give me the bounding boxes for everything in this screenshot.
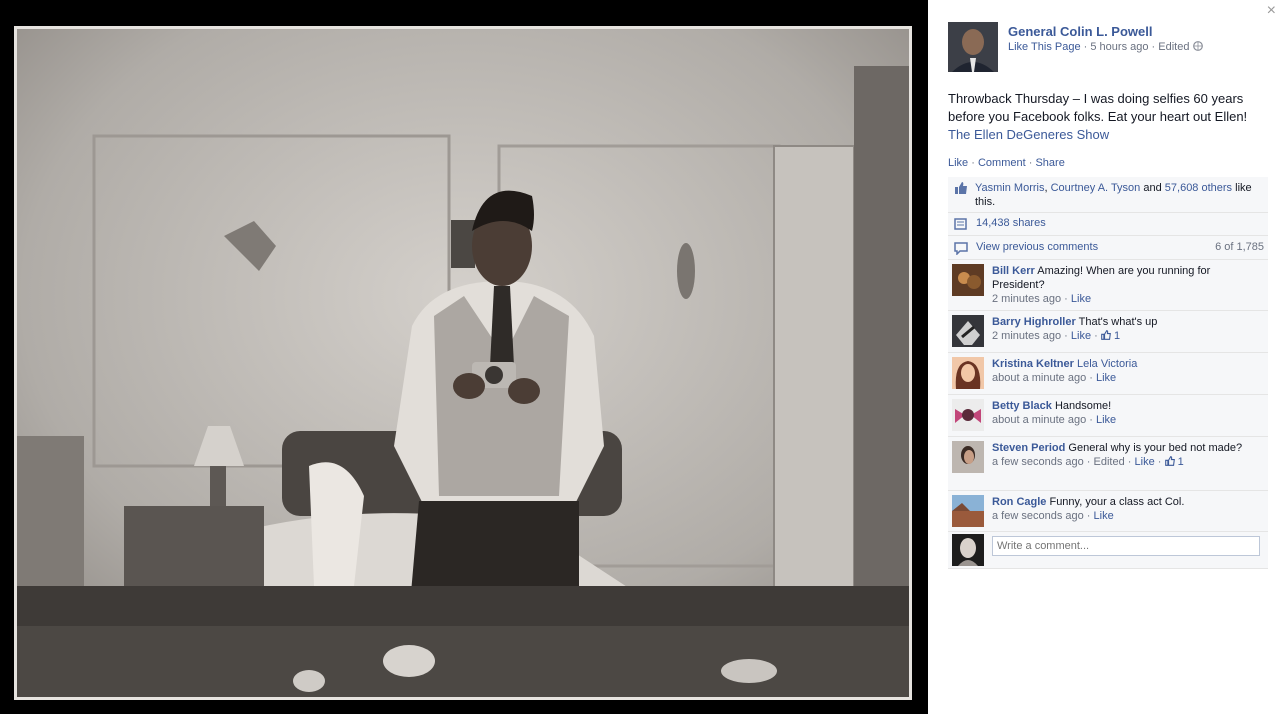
thumbs-up-icon [954, 181, 968, 195]
comment-text: General why is your bed not made? [1068, 442, 1243, 454]
commenter-avatar[interactable] [952, 495, 984, 527]
comment-item: Barry Highroller That's what's up 2 minu… [948, 311, 1268, 353]
author-avatar[interactable] [948, 22, 998, 72]
globe-icon [1192, 41, 1203, 53]
commenter-avatar[interactable] [952, 357, 984, 389]
comment-time[interactable]: 2 minutes ago [992, 293, 1061, 305]
photo-viewer [0, 0, 928, 714]
previous-comments-row: View previous comments 6 of 1,785 [948, 236, 1268, 260]
liker-2[interactable]: Courtney A. Tyson [1051, 182, 1141, 194]
post-text: Throwback Thursday – I was doing selfies… [948, 91, 1248, 124]
comment-time[interactable]: a few seconds ago [992, 456, 1084, 468]
comment-edited[interactable]: Edited [1094, 456, 1125, 468]
commenter-avatar[interactable] [952, 264, 984, 296]
meta-separator: · [1094, 330, 1101, 342]
commenter-name[interactable]: Steven Period [992, 442, 1065, 454]
comment-time[interactable]: a few seconds ago [992, 510, 1084, 522]
commenter-name[interactable]: Ron Cagle [992, 496, 1046, 508]
liker-1[interactable]: Yasmin Morris [975, 182, 1044, 194]
meta-separator: · [1064, 330, 1071, 342]
post-meta: Like This Page · 5 hours ago · Edited [1008, 41, 1203, 53]
meta-separator: · [1089, 414, 1096, 426]
commenter-name[interactable]: Kristina Keltner [992, 358, 1074, 370]
commenter-name[interactable]: Barry Highroller [992, 316, 1076, 328]
meta-separator: · [1157, 456, 1165, 468]
comment-body: Kristina Keltner Lela Victoria about a m… [992, 357, 1262, 385]
comment-text: That's what's up [1078, 316, 1158, 328]
comment-item: Steven Period General why is your bed no… [948, 437, 1268, 491]
meta-separator: · [1089, 372, 1096, 384]
comment-body: Steven Period General why is your bed no… [992, 441, 1262, 469]
edited-label[interactable]: Edited [1158, 41, 1189, 53]
view-previous-comments[interactable]: View previous comments [976, 241, 1098, 253]
comment-tagged-user[interactable]: Lela Victoria [1077, 358, 1137, 370]
comment-like-count[interactable]: 1 [1178, 456, 1184, 468]
comment-item: Ron Cagle Funny, your a class act Col. a… [948, 491, 1268, 532]
meta-separator: · [1086, 456, 1094, 468]
comment-body: Ron Cagle Funny, your a class act Col. a… [992, 495, 1262, 523]
meta-separator: · [1064, 293, 1071, 305]
tagged-page-link[interactable]: The Ellen DeGeneres Show [948, 127, 1109, 142]
comment-like-link[interactable]: Like [1096, 414, 1116, 426]
commenter-avatar[interactable] [952, 399, 984, 431]
like-action[interactable]: Like [948, 157, 968, 169]
share-icon [954, 217, 968, 231]
shares-count[interactable]: 14,438 shares [976, 217, 1046, 229]
likes-and: and [1143, 182, 1162, 194]
comment-item: Bill Kerr Amazing! When are you running … [948, 260, 1268, 311]
comment-item: Betty Black Handsome! about a minute ago… [948, 395, 1268, 437]
likes-others[interactable]: 57,608 others [1165, 182, 1232, 194]
action-separator-1: · [971, 157, 978, 169]
comment-count: 6 of 1,785 [1215, 241, 1264, 253]
commenter-avatar[interactable] [952, 315, 984, 347]
like-page-link[interactable]: Like This Page [1008, 41, 1081, 53]
thumbs-up-icon[interactable] [1101, 330, 1114, 342]
current-user-avatar [952, 534, 984, 566]
post-time[interactable]: 5 hours ago [1090, 41, 1148, 53]
commenter-avatar[interactable] [952, 441, 984, 473]
comment-like-link[interactable]: Like [1071, 330, 1091, 342]
comment-like-link[interactable]: Like [1094, 510, 1114, 522]
commenter-name[interactable]: Betty Black [992, 400, 1052, 412]
comment-like-count[interactable]: 1 [1114, 330, 1120, 342]
thumbs-up-icon[interactable] [1164, 456, 1178, 468]
author-name[interactable]: General Colin L. Powell [1008, 24, 1152, 39]
mirror-selfie-photo[interactable] [14, 26, 912, 700]
comment-time[interactable]: about a minute ago [992, 372, 1086, 384]
comment-body: Betty Black Handsome! about a minute ago… [992, 399, 1262, 427]
post-sidebar: × General Colin L. Powell Like This Page… [928, 0, 1284, 714]
close-icon[interactable]: × [1267, 2, 1276, 20]
post-actions: Like · Comment · Share [948, 157, 1065, 169]
comment-like-link[interactable]: Like [1071, 293, 1091, 305]
comment-like-link[interactable]: Like [1135, 456, 1155, 468]
comment-action[interactable]: Comment [978, 157, 1026, 169]
share-action[interactable]: Share [1035, 157, 1064, 169]
meta-separator: · [1127, 456, 1135, 468]
comment-like-link[interactable]: Like [1096, 372, 1116, 384]
comment-time[interactable]: about a minute ago [992, 414, 1086, 426]
commenter-name[interactable]: Bill Kerr [992, 265, 1035, 277]
post-body: Throwback Thursday – I was doing selfies… [948, 90, 1264, 144]
feedback-panel: Yasmin Morris, Courtney A. Tyson and 57,… [948, 177, 1268, 569]
comment-icon [954, 241, 968, 256]
comment-input[interactable] [992, 536, 1260, 556]
meta-separator: · [1086, 510, 1094, 522]
comment-item: Kristina Keltner Lela Victoria about a m… [948, 353, 1268, 395]
likes-summary: Yasmin Morris, Courtney A. Tyson and 57,… [948, 177, 1268, 213]
comment-body: Barry Highroller That's what's up 2 minu… [992, 315, 1262, 343]
comment-text: Handsome! [1054, 400, 1112, 412]
shares-row: 14,438 shares [948, 213, 1268, 236]
write-comment-row [948, 532, 1268, 569]
comment-body: Bill Kerr Amazing! When are you running … [992, 264, 1262, 306]
comment-time[interactable]: 2 minutes ago [992, 330, 1061, 342]
post-header: General Colin L. Powell Like This Page ·… [948, 22, 1268, 74]
likes-text: Yasmin Morris, Courtney A. Tyson and 57,… [975, 181, 1265, 209]
comment-text: Funny, your a class act Col. [1049, 496, 1185, 508]
